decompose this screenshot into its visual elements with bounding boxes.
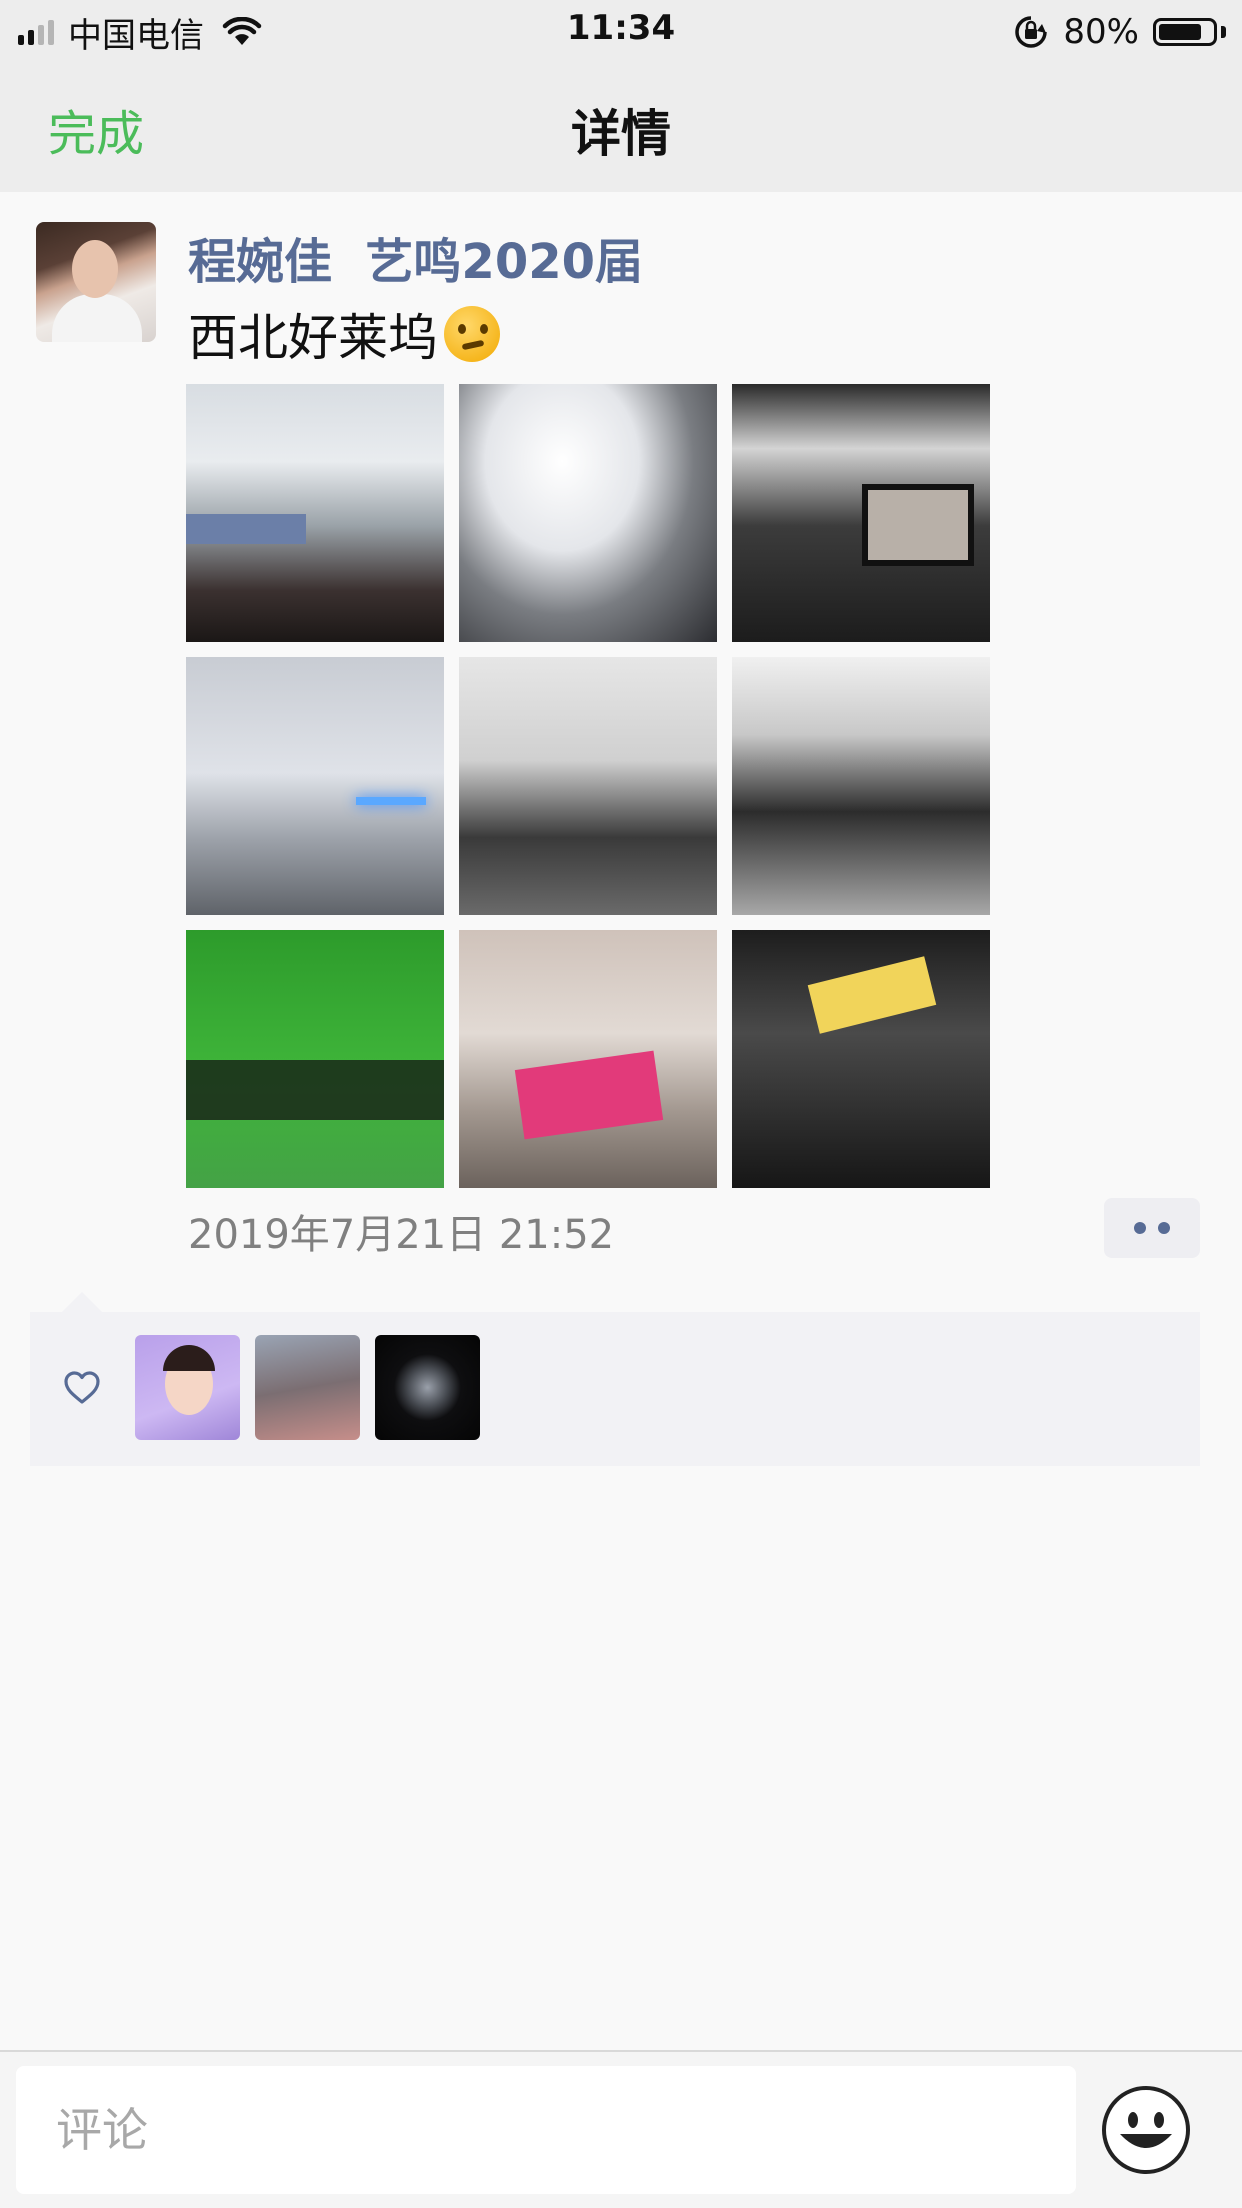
- thinking-face-emoji: [444, 306, 500, 362]
- photo-thumbnail-2[interactable]: [459, 384, 717, 642]
- battery-icon: [1153, 18, 1217, 46]
- photo-thumbnail-5[interactable]: [459, 657, 717, 915]
- battery-fill: [1159, 24, 1201, 40]
- author-name[interactable]: 程婉佳 艺鸣2020届: [188, 222, 643, 292]
- more-actions-button[interactable]: [1104, 1198, 1200, 1258]
- photo-thumbnail-4[interactable]: [186, 657, 444, 915]
- photo-grid: [186, 384, 990, 1188]
- navigation-bar: 完成 详情: [0, 64, 1242, 192]
- photo-thumbnail-8[interactable]: [459, 930, 717, 1188]
- comment-input[interactable]: [16, 2066, 1076, 2194]
- page-title: 详情: [571, 105, 671, 163]
- battery-tip: [1221, 26, 1226, 38]
- post-timestamp: 2019年7月21日 21:52: [188, 1212, 615, 1258]
- heart-outline-icon: [64, 1371, 100, 1404]
- battery-percentage: 80%: [1063, 12, 1139, 52]
- orientation-lock-icon: [1015, 16, 1048, 48]
- photo-thumbnail-6[interactable]: [732, 657, 990, 915]
- post-text: 西北好莱坞: [188, 298, 500, 370]
- liker-avatar-1[interactable]: [135, 1335, 240, 1440]
- likes-pointer: [62, 1292, 102, 1312]
- dot-icon: [1158, 1222, 1170, 1234]
- dot-icon: [1134, 1222, 1146, 1234]
- photo-thumbnail-1[interactable]: [186, 384, 444, 642]
- liker-avatar-3[interactable]: [375, 1335, 480, 1440]
- photo-thumbnail-7[interactable]: [186, 930, 444, 1188]
- status-right: 80%: [1013, 10, 1226, 54]
- smiley-icon[interactable]: [1100, 2084, 1192, 2176]
- author-avatar[interactable]: [36, 222, 156, 342]
- photo-thumbnail-9[interactable]: [732, 930, 990, 1188]
- post-text-content: 西北好莱坞: [188, 309, 438, 367]
- status-bar: 中国电信 11:34 80%: [0, 0, 1242, 64]
- photo-thumbnail-3[interactable]: [732, 384, 990, 642]
- liker-avatar-2[interactable]: [255, 1335, 360, 1440]
- comment-bar: [0, 2052, 1242, 2208]
